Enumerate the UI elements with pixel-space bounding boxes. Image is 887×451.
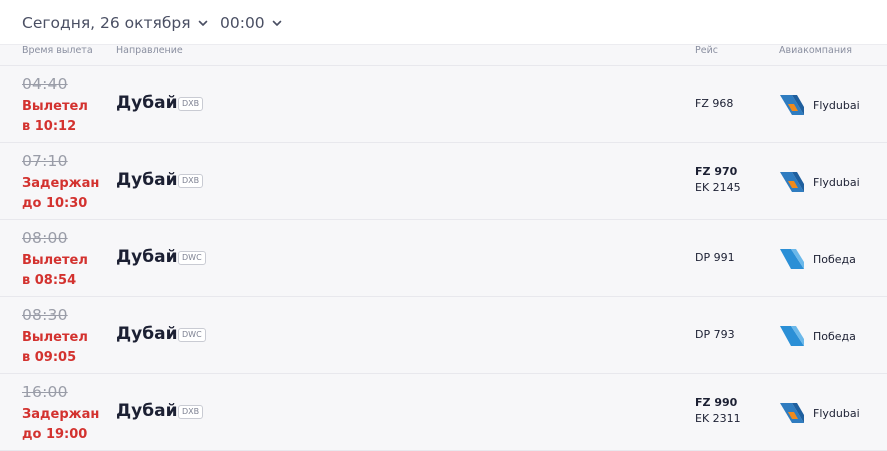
- airport-code-badge: DXB: [178, 97, 204, 111]
- flight-row[interactable]: 08:30 Вылетел в 09:05 Дубай DWC DP 793 П…: [0, 296, 887, 373]
- destination-city: Дубай: [116, 324, 178, 344]
- airline-name: Победа: [813, 252, 856, 266]
- flight-number: DP 793: [695, 328, 735, 341]
- status-time: до 19:00: [22, 426, 88, 442]
- chevron-down-icon: [271, 17, 283, 29]
- status-time: в 10:12: [22, 118, 77, 134]
- flight-number: DP 991: [695, 251, 735, 264]
- time-label: 00:00: [220, 14, 265, 32]
- flight-numbers: DP 793: [695, 327, 735, 343]
- airline: Победа: [779, 248, 856, 270]
- airport-code-badge: DXB: [178, 405, 204, 419]
- airline: Flydubai: [779, 402, 860, 424]
- flight-status: Задержан до 10:30: [22, 174, 99, 213]
- column-header-time: Время вылета: [22, 45, 93, 56]
- flight-status: Вылетел в 09:05: [22, 328, 88, 367]
- flight-status: Задержан до 19:00: [22, 405, 99, 444]
- airline-name: Flydubai: [813, 98, 860, 112]
- codeshare-number: EK 2311: [695, 412, 741, 425]
- status-text: Вылетел: [22, 253, 88, 268]
- status-time: в 08:54: [22, 272, 77, 288]
- column-header-flight: Рейс: [695, 45, 718, 56]
- flight-row[interactable]: 07:10 Задержан до 10:30 Дубай DXB FZ 970…: [0, 142, 887, 219]
- airport-code-badge: DWC: [178, 251, 206, 265]
- table-header: Время вылета Направление Рейс Авиакомпан…: [0, 44, 887, 64]
- flight-number: FZ 970: [695, 165, 738, 178]
- flight-row[interactable]: 16:00 Задержан до 19:00 Дубай DXB FZ 990…: [0, 373, 887, 451]
- pobeda-logo-icon: [779, 248, 805, 270]
- airline: Победа: [779, 325, 856, 347]
- airline-name: Flydubai: [813, 175, 860, 189]
- scheduled-time: 08:30: [22, 306, 68, 324]
- scheduled-time: 16:00: [22, 383, 68, 401]
- flight-row[interactable]: 08:00 Вылетел в 08:54 Дубай DWC DP 991 П…: [0, 219, 887, 296]
- column-header-destination: Направление: [116, 45, 183, 56]
- flydubai-logo-icon: [779, 171, 805, 193]
- flight-numbers: FZ 970 EK 2145: [695, 164, 741, 196]
- codeshare-number: EK 2145: [695, 181, 741, 194]
- status-time: в 09:05: [22, 349, 77, 365]
- airline: Flydubai: [779, 94, 860, 116]
- chevron-down-icon: [197, 17, 209, 29]
- destination-city: Дубай: [116, 247, 178, 267]
- column-header-airline: Авиакомпания: [779, 45, 852, 56]
- date-label: Сегодня, 26 октября: [22, 14, 191, 32]
- flydubai-logo-icon: [779, 402, 805, 424]
- status-text: Задержан: [22, 407, 100, 422]
- flight-numbers: DP 991: [695, 250, 735, 266]
- flydubai-logo-icon: [779, 94, 805, 116]
- flight-numbers: FZ 968: [695, 96, 733, 112]
- airline-name: Победа: [813, 329, 856, 343]
- scheduled-time: 07:10: [22, 152, 68, 170]
- destination-city: Дубай: [116, 93, 178, 113]
- scheduled-time: 08:00: [22, 229, 68, 247]
- status-time: до 10:30: [22, 195, 88, 211]
- status-text: Вылетел: [22, 330, 88, 345]
- airport-code-badge: DXB: [178, 174, 204, 188]
- scheduled-time: 04:40: [22, 75, 68, 93]
- flight-number: FZ 968: [695, 97, 734, 110]
- date-selector[interactable]: Сегодня, 26 октября: [22, 12, 209, 34]
- flights-list: 04:40 Вылетел в 10:12 Дубай DXB FZ 968 F…: [0, 65, 887, 451]
- airport-code-badge: DWC: [178, 328, 206, 342]
- airline: Flydubai: [779, 171, 860, 193]
- flight-status: Вылетел в 10:12: [22, 97, 88, 136]
- flight-row[interactable]: 04:40 Вылетел в 10:12 Дубай DXB FZ 968 F…: [0, 65, 887, 142]
- time-selector[interactable]: 00:00: [220, 12, 283, 34]
- flight-status: Вылетел в 08:54: [22, 251, 88, 290]
- flight-number: FZ 990: [695, 396, 738, 409]
- status-text: Вылетел: [22, 99, 88, 114]
- pobeda-logo-icon: [779, 325, 805, 347]
- destination-city: Дубай: [116, 170, 178, 190]
- airline-name: Flydubai: [813, 406, 860, 420]
- flight-numbers: FZ 990 EK 2311: [695, 395, 741, 427]
- top-bar: Сегодня, 26 октября 00:00: [0, 0, 887, 45]
- status-text: Задержан: [22, 176, 100, 191]
- destination-city: Дубай: [116, 401, 178, 421]
